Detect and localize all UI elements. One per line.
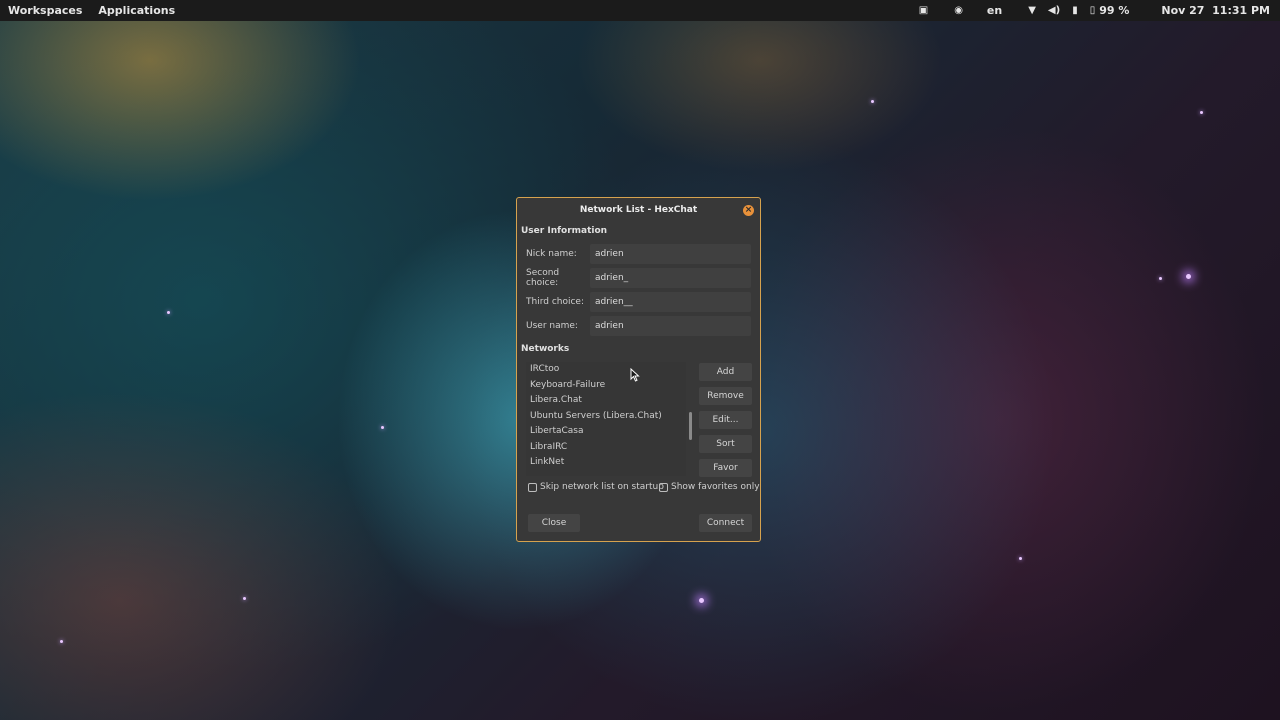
star [60, 640, 63, 643]
star [243, 597, 246, 600]
network-item[interactable]: LibertaCasa [526, 424, 686, 440]
network-item[interactable]: Libera.Chat [526, 393, 686, 409]
remove-button[interactable]: Remove [699, 387, 752, 405]
user-name-field[interactable]: adrien [590, 316, 751, 336]
second-choice-field[interactable]: adrien_ [590, 268, 751, 288]
screen-icon[interactable]: ▣ [919, 5, 928, 16]
dialog-titlebar[interactable]: Network List - HexChat × [517, 198, 760, 222]
show-favorites-label: Show favorites only [671, 482, 760, 492]
star [1159, 277, 1162, 280]
checkbox-box[interactable] [659, 482, 668, 492]
third-choice-row: Third choice: adrien__ [526, 292, 752, 312]
star [167, 311, 170, 314]
date: Nov 27 [1161, 4, 1205, 17]
star [1019, 557, 1022, 560]
network-item[interactable]: LibraIRC [526, 440, 686, 456]
skip-network-list-label: Skip network list on startup [540, 482, 664, 492]
second-choice-row: Second choice: adrien_ [526, 268, 752, 288]
user-name-label: User name: [526, 321, 578, 331]
close-icon[interactable]: × [743, 205, 754, 216]
battery-icon[interactable]: ▯ [1090, 5, 1096, 16]
show-favorites-checkbox[interactable]: Show favorites only [659, 482, 760, 492]
network-item[interactable]: LinkNet [526, 455, 686, 471]
workspaces-button[interactable]: Workspaces [8, 4, 82, 17]
star [381, 426, 384, 429]
microphone-icon[interactable]: ▮ [1072, 5, 1078, 16]
user-info-heading: User Information [521, 226, 608, 236]
networks-heading: Networks [521, 344, 570, 354]
dialog-title: Network List - HexChat [579, 205, 698, 215]
nick-name-field[interactable]: adrien [590, 244, 751, 264]
checkbox-box[interactable] [528, 482, 537, 492]
nick-name-row: Nick name: adrien [526, 244, 752, 264]
close-button[interactable]: Close [528, 514, 580, 532]
add-button[interactable]: Add [699, 363, 752, 381]
volume-icon[interactable]: ◀) [1048, 5, 1060, 16]
applications-button[interactable]: Applications [98, 4, 175, 17]
mouse-pointer-icon [630, 368, 640, 382]
top-panel: Workspaces Applications ▣ ◉ en ▼ ◀) ▮ ▯ … [0, 0, 1280, 21]
star [1186, 274, 1191, 279]
battery-percentage: 99 % [1099, 4, 1130, 17]
second-choice-label: Second choice: [526, 268, 560, 288]
network-status-icon[interactable]: ◉ [954, 5, 963, 16]
network-item[interactable]: Keyboard-Failure [526, 378, 686, 394]
nick-name-label: Nick name: [526, 249, 577, 259]
connect-button[interactable]: Connect [699, 514, 752, 532]
network-item[interactable]: IRCtoo [526, 362, 686, 378]
star [1200, 111, 1203, 114]
network-item[interactable]: Ubuntu Servers (Libera.Chat) [526, 409, 686, 425]
favor-button[interactable]: Favor [699, 459, 752, 477]
network-list[interactable]: IRCtoo Keyboard-Failure Libera.Chat Ubun… [526, 362, 686, 476]
star [699, 598, 704, 603]
user-name-row: User name: adrien [526, 316, 752, 336]
edit-button[interactable]: Edit... [699, 411, 752, 429]
sort-button[interactable]: Sort [699, 435, 752, 453]
date-time[interactable]: Nov 27 11:31 PM [1161, 4, 1270, 17]
network-list-scrollbar[interactable] [689, 412, 692, 440]
wifi-icon[interactable]: ▼ [1028, 5, 1036, 16]
third-choice-field[interactable]: adrien__ [590, 292, 751, 312]
third-choice-label: Third choice: [526, 297, 584, 307]
skip-network-list-checkbox[interactable]: Skip network list on startup [528, 482, 664, 492]
keyboard-layout-indicator[interactable]: en [987, 4, 1002, 17]
star [871, 100, 874, 103]
time: 11:31 PM [1212, 4, 1270, 17]
